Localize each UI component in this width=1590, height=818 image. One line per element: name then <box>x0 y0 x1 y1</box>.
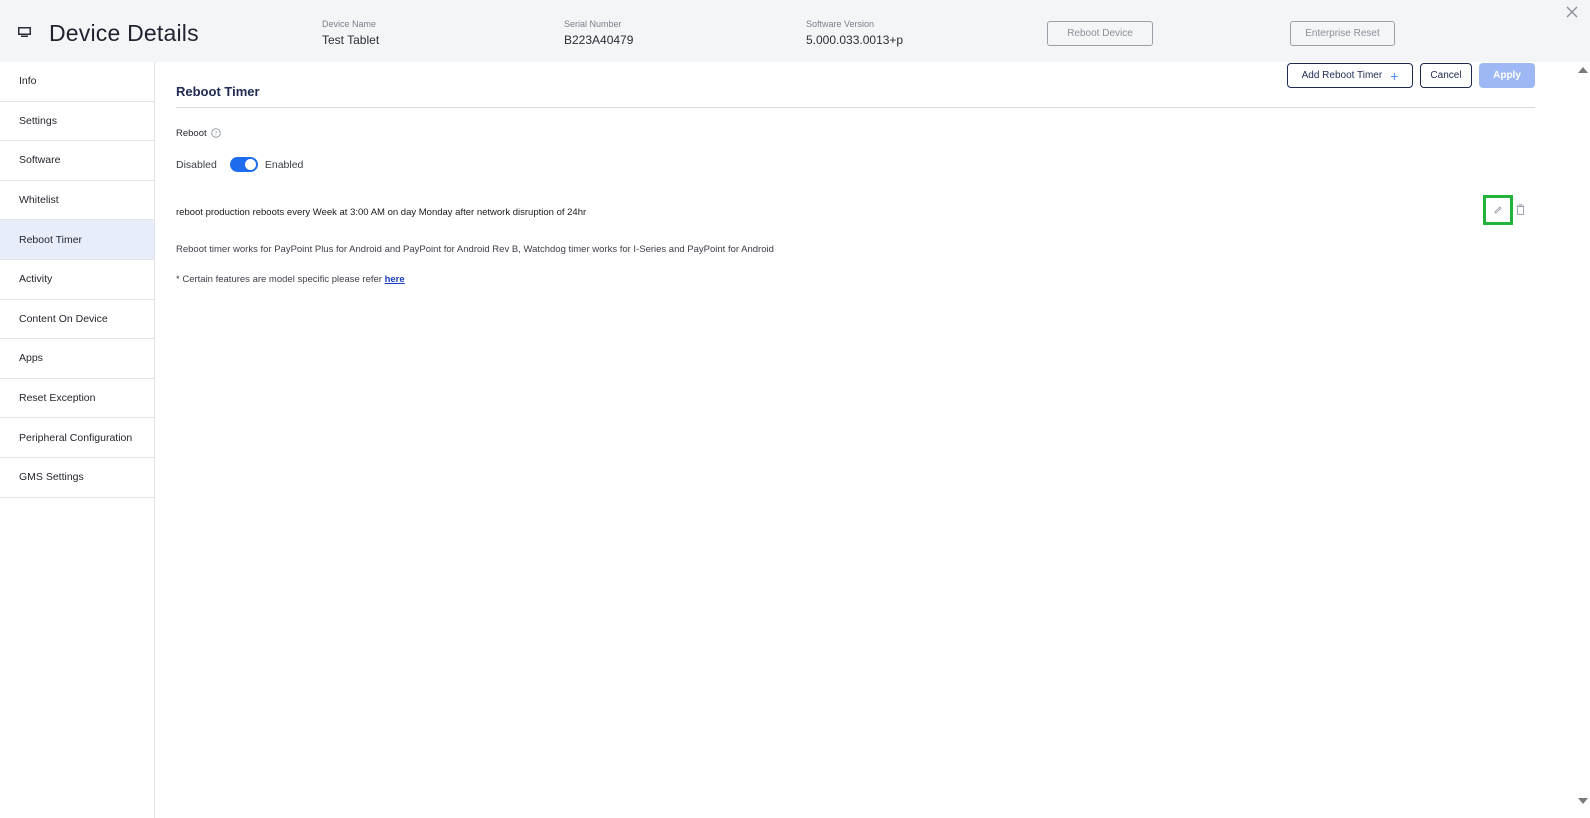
scroll-up-icon[interactable] <box>1578 67 1588 73</box>
section-title: Reboot Timer <box>176 84 260 99</box>
compatibility-note: Reboot timer works for PayPoint Plus for… <box>176 244 774 255</box>
serial-number-label: Serial Number <box>564 19 622 29</box>
add-reboot-timer-label: Add Reboot Timer <box>1301 70 1383 81</box>
sidebar-nav: Info Settings Software Whitelist Reboot … <box>0 62 155 818</box>
trash-icon[interactable] <box>1516 204 1525 215</box>
sidebar-item-gms-settings[interactable]: GMS Settings <box>0 458 154 498</box>
software-version-block: Software Version 5.000.033.0013+p <box>806 19 903 47</box>
reboot-enabled-toggle[interactable] <box>229 157 258 172</box>
device-name-block: Device Name Test Tablet <box>322 19 379 47</box>
toggle-disabled-label: Disabled <box>176 158 217 171</box>
reboot-timer-entry: reboot production reboots every Week at … <box>176 207 587 218</box>
sidebar-item-apps[interactable]: Apps <box>0 339 154 379</box>
sidebar-item-whitelist[interactable]: Whitelist <box>0 181 154 221</box>
svg-text:?: ? <box>214 129 217 137</box>
device-name-label: Device Name <box>322 19 377 29</box>
pencil-icon <box>1494 206 1502 214</box>
help-circle-icon[interactable]: ? <box>211 128 221 138</box>
reboot-toggle-row: Disabled Enabled <box>176 157 303 172</box>
reboot-label: Reboot <box>176 128 207 139</box>
section-divider <box>176 107 1535 108</box>
sidebar-item-settings[interactable]: Settings <box>0 102 154 142</box>
footnote-text: * Certain features are model specific pl… <box>176 274 382 285</box>
toggle-knob <box>244 159 256 170</box>
model-footnote: * Certain features are model specific pl… <box>176 274 405 285</box>
add-reboot-timer-button[interactable]: Add Reboot Timer + <box>1287 63 1413 88</box>
apply-button[interactable]: Apply <box>1479 63 1535 88</box>
sidebar-item-reset-exception[interactable]: Reset Exception <box>0 379 154 419</box>
serial-number-block: Serial Number B223A40479 <box>564 19 633 47</box>
edit-timer-button[interactable] <box>1483 195 1513 225</box>
sidebar-item-activity[interactable]: Activity <box>0 260 154 300</box>
footnote-link[interactable]: here <box>385 274 405 285</box>
software-version-label: Software Version <box>806 19 875 29</box>
scroll-down-icon[interactable] <box>1578 798 1588 804</box>
serial-number-value: B223A40479 <box>564 33 634 47</box>
sidebar-item-peripheral-configuration[interactable]: Peripheral Configuration <box>0 418 154 458</box>
device-name-value: Test Tablet <box>322 33 380 47</box>
device-details-header: Device Details Device Name Test Tablet S… <box>0 0 1590 62</box>
reboot-device-button[interactable]: Reboot Device <box>1047 21 1153 46</box>
plus-icon: + <box>1390 67 1399 84</box>
sidebar-item-info[interactable]: Info <box>0 62 154 102</box>
monitor-icon <box>18 27 31 37</box>
page-title: Device Details <box>49 20 199 46</box>
vertical-scrollbar[interactable] <box>1575 62 1590 818</box>
sidebar-item-content-on-device[interactable]: Content On Device <box>0 300 154 340</box>
sidebar-item-software[interactable]: Software <box>0 141 154 181</box>
close-icon[interactable] <box>1565 5 1579 19</box>
main-panel: Add Reboot Timer + Cancel Apply Reboot T… <box>155 62 1575 818</box>
software-version-value: 5.000.033.0013+p <box>806 33 904 47</box>
sidebar-item-reboot-timer[interactable]: Reboot Timer <box>0 220 154 260</box>
toggle-enabled-label: Enabled <box>264 158 304 171</box>
cancel-button[interactable]: Cancel <box>1420 63 1472 88</box>
enterprise-reset-button[interactable]: Enterprise Reset <box>1290 21 1395 46</box>
